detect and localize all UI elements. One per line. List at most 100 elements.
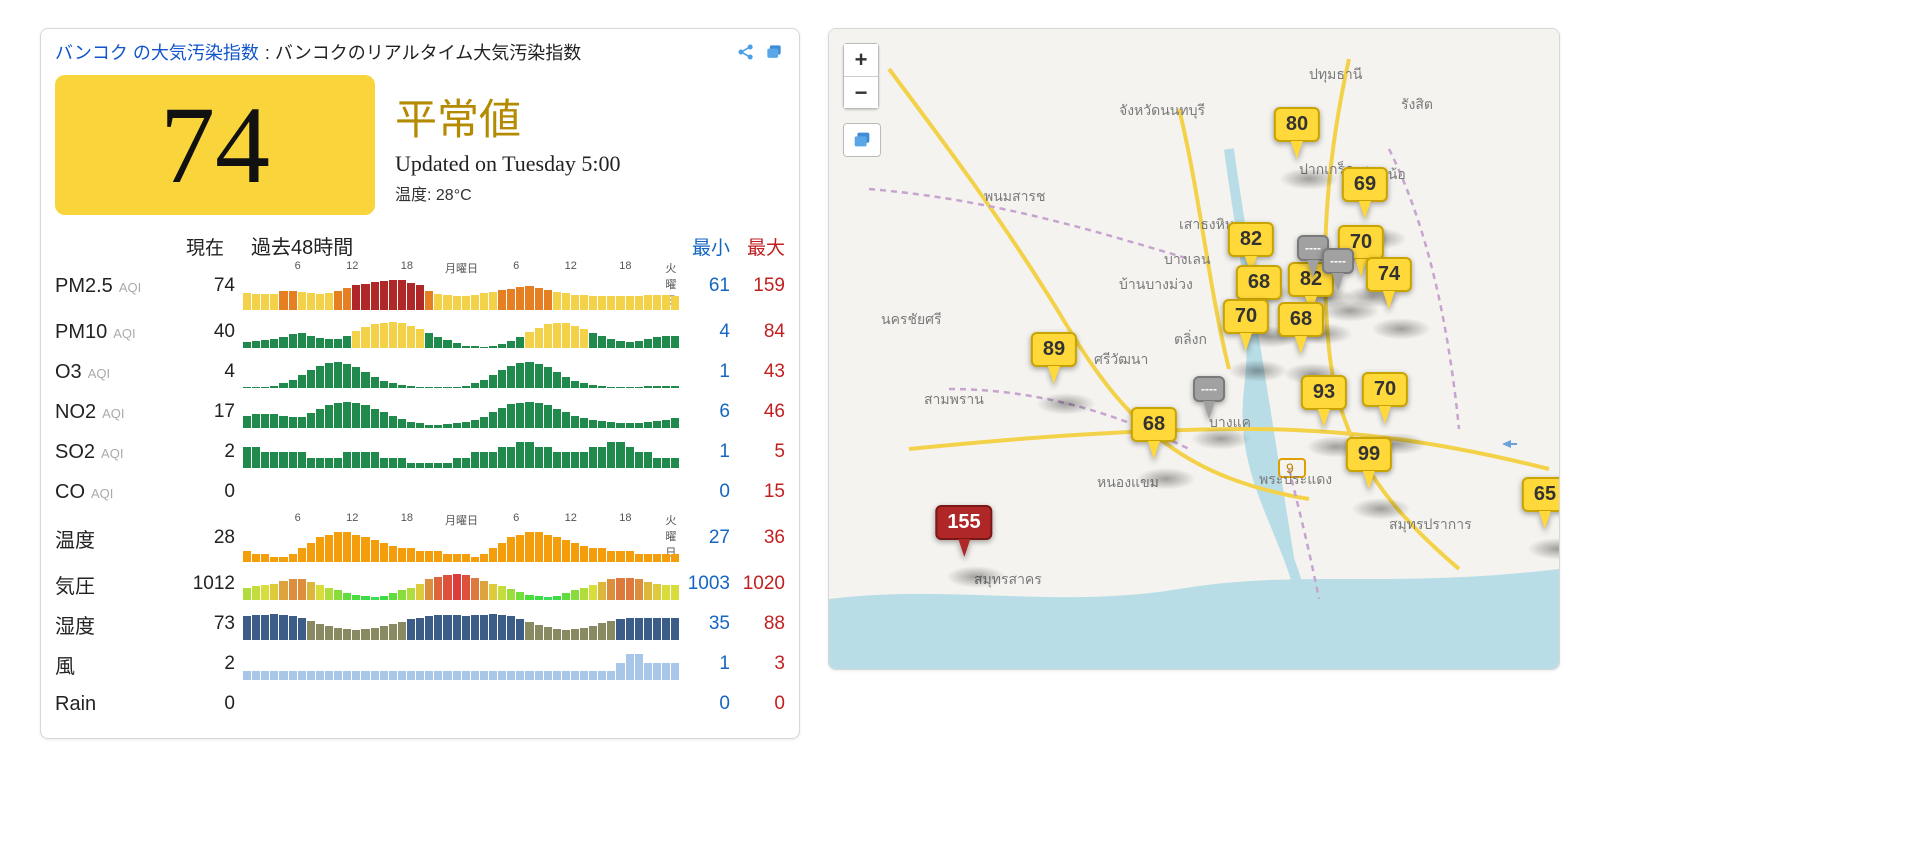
series-current: 1012 [175, 573, 243, 595]
col-min: 最小 [680, 233, 730, 260]
series-min: 6 [680, 401, 730, 423]
series-sparkline [243, 564, 680, 604]
map-marker[interactable]: 99 [1346, 437, 1392, 489]
map-marker[interactable]: 93 [1301, 375, 1347, 427]
map-panel[interactable]: 9 ปทุมธานีจังหวัดนนทบุรีรังสิตเสาธงหินบา… [828, 28, 1560, 670]
svg-text:รังสิต: รังสิต [1401, 96, 1433, 112]
col-max: 最大 [730, 233, 785, 260]
aqi-status-label: 平常値 [395, 86, 621, 147]
location-link[interactable]: バンコク の大気汚染指数 [55, 39, 259, 65]
map-marker-value: 80 [1274, 107, 1320, 142]
series-sparkline [243, 312, 680, 352]
svg-text:สามพราน: สามพราน [924, 391, 984, 407]
layers-button[interactable] [843, 123, 881, 157]
zoom-out-button[interactable]: − [844, 76, 878, 108]
series-min: 61 [680, 275, 730, 297]
series-current: 73 [175, 613, 243, 635]
series-max: 5 [730, 441, 785, 463]
zoom-in-button[interactable]: + [844, 44, 878, 76]
svg-text:ศรีวัฒนา: ศรีวัฒนา [1094, 351, 1148, 367]
map-marker[interactable]: 74 [1366, 257, 1412, 309]
series-unit: AQI [119, 280, 141, 295]
series-min: 1 [680, 361, 730, 383]
series-min: 1 [680, 441, 730, 463]
series-name: PM10 [55, 321, 107, 343]
series-max: 36 [730, 527, 785, 549]
series-name: 湿度 [55, 616, 95, 638]
windows-icon[interactable] [763, 41, 785, 63]
series-unit: AQI [102, 406, 124, 421]
series-min: 0 [680, 693, 730, 715]
map-marker-value: 69 [1342, 167, 1388, 202]
series-min: 4 [680, 321, 730, 343]
series-min: 1003 [680, 573, 730, 595]
map-marker-value: 70 [1362, 372, 1408, 407]
pollutant-row-SO2: SO2AQI215 [55, 432, 785, 472]
svg-text:เสาธงหิน: เสาธงหิน [1179, 216, 1235, 232]
series-max: 15 [730, 481, 785, 503]
svg-text:พนมสารช: พนมสารช [984, 188, 1045, 204]
map-marker[interactable]: 80 [1274, 107, 1320, 159]
svg-text:นครชัยศรี: นครชัยศรี [881, 311, 942, 327]
series-sparkline [243, 432, 680, 472]
series-current: 4 [175, 361, 243, 383]
svg-text:พระประแดง: พระประแดง [1259, 471, 1332, 487]
pollutant-row-風: 風213 [55, 644, 785, 684]
map-marker[interactable]: 70 [1362, 372, 1408, 424]
series-current: 40 [175, 321, 243, 343]
aqi-panel: バンコク の大気汚染指数 : バンコクのリアルタイム大気汚染指数 74 平常値 … [40, 28, 800, 739]
series-name: CO [55, 481, 85, 503]
aqi-big-value: 74 [55, 75, 375, 215]
header-tail: : バンコクのリアルタイム大気汚染指数 [265, 39, 581, 65]
map-marker[interactable]: 65 [1522, 477, 1560, 529]
pollutant-row-CO: COAQI0015 [55, 472, 785, 512]
series-name: 温度 [55, 530, 95, 552]
map-marker[interactable]: 68 [1131, 407, 1177, 459]
pollutant-row-気圧: 気圧101210031020 [55, 564, 785, 604]
map-marker-value: 68 [1278, 302, 1324, 337]
pollutant-row-温度: 温度2861218月曜日61218火曜日2736 [55, 512, 785, 564]
map-marker-value: 99 [1346, 437, 1392, 472]
zoom-control: + − [843, 43, 879, 109]
svg-text:บ้านบางม่วง: บ้านบางม่วง [1119, 276, 1193, 292]
series-unit: AQI [113, 326, 135, 341]
map-marker-value: 70 [1223, 299, 1269, 334]
series-max: 159 [730, 275, 785, 297]
map-marker-value: ---- [1322, 248, 1354, 274]
series-current: 0 [175, 481, 243, 503]
series-min: 0 [680, 481, 730, 503]
map-marker-value: 68 [1236, 265, 1282, 300]
series-sparkline [243, 604, 680, 644]
series-name: PM2.5 [55, 275, 113, 297]
map-marker[interactable]: 89 [1031, 332, 1077, 384]
map-marker[interactable]: ---- [1322, 248, 1354, 291]
series-sparkline [243, 684, 680, 724]
map-marker-value: 155 [935, 505, 992, 540]
pollutant-row-NO2: NO2 AQI 17 646 [55, 392, 785, 432]
map-marker[interactable]: 155 [935, 505, 992, 557]
series-sparkline [243, 352, 680, 392]
series-sparkline [243, 644, 680, 684]
map-marker[interactable]: 68 [1278, 302, 1324, 354]
map-marker[interactable]: ---- [1193, 376, 1225, 419]
series-current: 17 [175, 401, 243, 423]
updated-label: Updated on Tuesday 5:00 [395, 151, 621, 177]
series-min: 35 [680, 613, 730, 635]
series-min: 1 [680, 653, 730, 675]
series-name: NO2 [55, 401, 96, 423]
map-marker[interactable]: 69 [1342, 167, 1388, 219]
series-sparkline [243, 472, 680, 512]
series-current: 2 [175, 441, 243, 463]
series-name: O3 [55, 361, 82, 383]
temperature-label: 温度: 28°C [395, 181, 621, 205]
series-max: 46 [730, 401, 785, 423]
pollutant-table: 現在 過去48時間 最小 最大 PM2.5AQI7461218月曜日61218火… [55, 231, 785, 724]
series-current: 2 [175, 653, 243, 675]
series-sparkline [243, 392, 680, 432]
series-current: 74 [175, 275, 243, 297]
share-icon[interactable] [735, 41, 757, 63]
map-marker[interactable]: 70 [1223, 299, 1269, 351]
series-min: 27 [680, 527, 730, 549]
series-sparkline: 61218月曜日61218火曜日 [243, 512, 680, 564]
map-marker-value: 93 [1301, 375, 1347, 410]
